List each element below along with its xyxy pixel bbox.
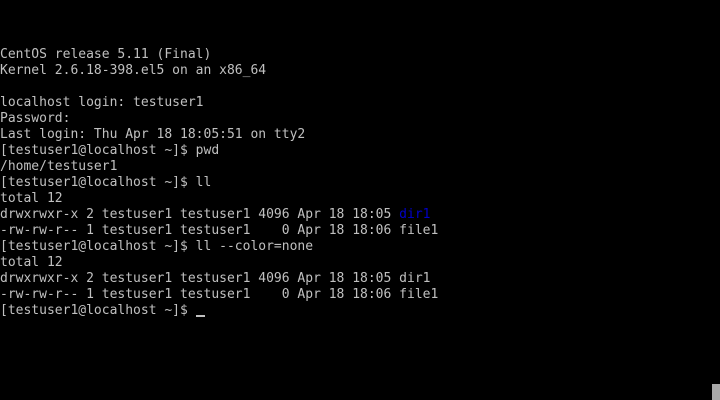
command-ll-line-text: [testuser1@localhost ~]$ ll bbox=[0, 175, 212, 190]
total-line: total 12 bbox=[0, 255, 720, 271]
password-prompt-line-text: Password: bbox=[0, 111, 71, 126]
listing-row-dir1: drwxrwxr-x 2 testuser1 testuser1 4096 Ap… bbox=[0, 207, 720, 223]
listing-row-text: drwxrwxr-x 2 testuser1 testuser1 4096 Ap… bbox=[0, 207, 400, 222]
edge-artifact bbox=[712, 384, 720, 400]
listing-row-file1: -rw-rw-r-- 1 testuser1 testuser1 0 Apr 1… bbox=[0, 223, 720, 239]
last-login-line: Last login: Thu Apr 18 18:05:51 on tty2 bbox=[0, 127, 720, 143]
kernel-line-text: Kernel 2.6.18-398.el5 on an x86_64 bbox=[0, 63, 267, 78]
pwd-output-line: /home/testuser1 bbox=[0, 159, 720, 175]
total-line: total 12 bbox=[0, 191, 720, 207]
listing-row-file1: -rw-rw-r-- 1 testuser1 testuser1 0 Apr 1… bbox=[0, 287, 720, 303]
text-cursor bbox=[195, 315, 205, 317]
command-pwd-line: [testuser1@localhost ~]$ pwd bbox=[0, 143, 720, 159]
os-release-line-text: CentOS release 5.11 (Final) bbox=[0, 47, 212, 62]
console-output: CentOS release 5.11 (Final) Kernel 2.6.18… bbox=[0, 47, 720, 319]
password-prompt-line: Password: bbox=[0, 111, 720, 127]
last-login-line-text: Last login: Thu Apr 18 18:05:51 on tty2 bbox=[0, 127, 306, 142]
login-prompt-line: localhost login: testuser1 bbox=[0, 95, 720, 111]
pwd-output-line-text: /home/testuser1 bbox=[0, 159, 118, 174]
listing-row-file1-text: -rw-rw-r-- 1 testuser1 testuser1 0 Apr 1… bbox=[0, 223, 439, 238]
total-line-text: total 12 bbox=[0, 255, 63, 270]
listing-row-dir1-text: drwxrwxr-x 2 testuser1 testuser1 4096 Ap… bbox=[0, 271, 431, 286]
kernel-line: Kernel 2.6.18-398.el5 on an x86_64 bbox=[0, 63, 720, 79]
command-ll-nocolor-line-text: [testuser1@localhost ~]$ ll --color=none bbox=[0, 239, 314, 254]
listing-row-file1-text: -rw-rw-r-- 1 testuser1 testuser1 0 Apr 1… bbox=[0, 287, 439, 302]
command-ll-nocolor-line: [testuser1@localhost ~]$ ll --color=none bbox=[0, 239, 720, 255]
terminal-console[interactable]: CentOS release 5.11 (Final) Kernel 2.6.18… bbox=[0, 0, 720, 400]
current-prompt-line-text: [testuser1@localhost ~]$ bbox=[0, 303, 196, 318]
command-ll-line: [testuser1@localhost ~]$ ll bbox=[0, 175, 720, 191]
login-prompt-line-text: localhost login: testuser1 bbox=[0, 95, 204, 110]
current-prompt-line: [testuser1@localhost ~]$ bbox=[0, 303, 720, 319]
directory-name: dir1 bbox=[399, 207, 431, 222]
command-pwd-line-text: [testuser1@localhost ~]$ pwd bbox=[0, 143, 220, 158]
os-release-line: CentOS release 5.11 (Final) bbox=[0, 47, 720, 63]
listing-row-dir1: drwxrwxr-x 2 testuser1 testuser1 4096 Ap… bbox=[0, 271, 720, 287]
total-line-text: total 12 bbox=[0, 191, 63, 206]
